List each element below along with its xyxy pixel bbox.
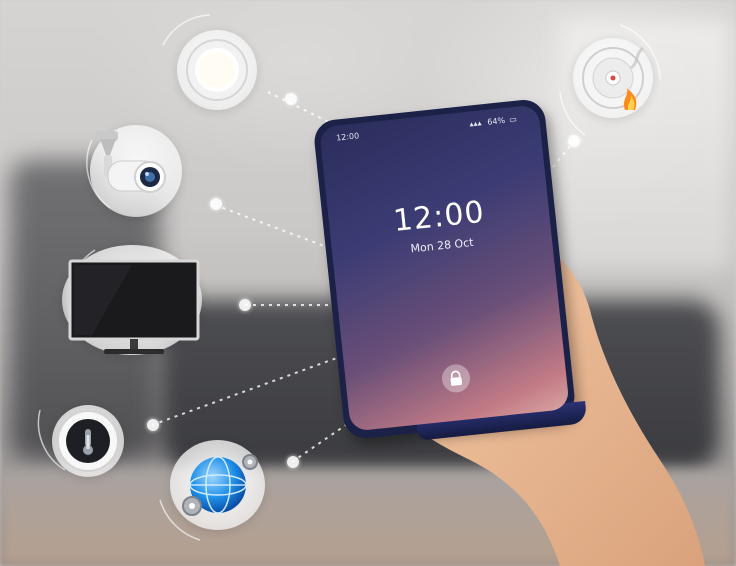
smartphone[interactable]: 12:00 ▴▴▴ 64% ▭ 12:00 Mon 28 Oct: [312, 96, 597, 470]
battery-icon: ▭: [508, 114, 518, 125]
phone-lock-screen[interactable]: 12:00 ▴▴▴ 64% ▭ 12:00 Mon 28 Oct: [318, 104, 570, 432]
lock-icon: [450, 370, 463, 386]
status-time: 12:00: [335, 131, 360, 143]
unlock-button[interactable]: [440, 363, 472, 394]
battery-level: 64%: [486, 115, 506, 127]
smart-home-scene: 12:00 ▴▴▴ 64% ▭ 12:00 Mon 28 Oct: [0, 0, 736, 566]
signal-icon: ▴▴▴: [469, 118, 482, 129]
